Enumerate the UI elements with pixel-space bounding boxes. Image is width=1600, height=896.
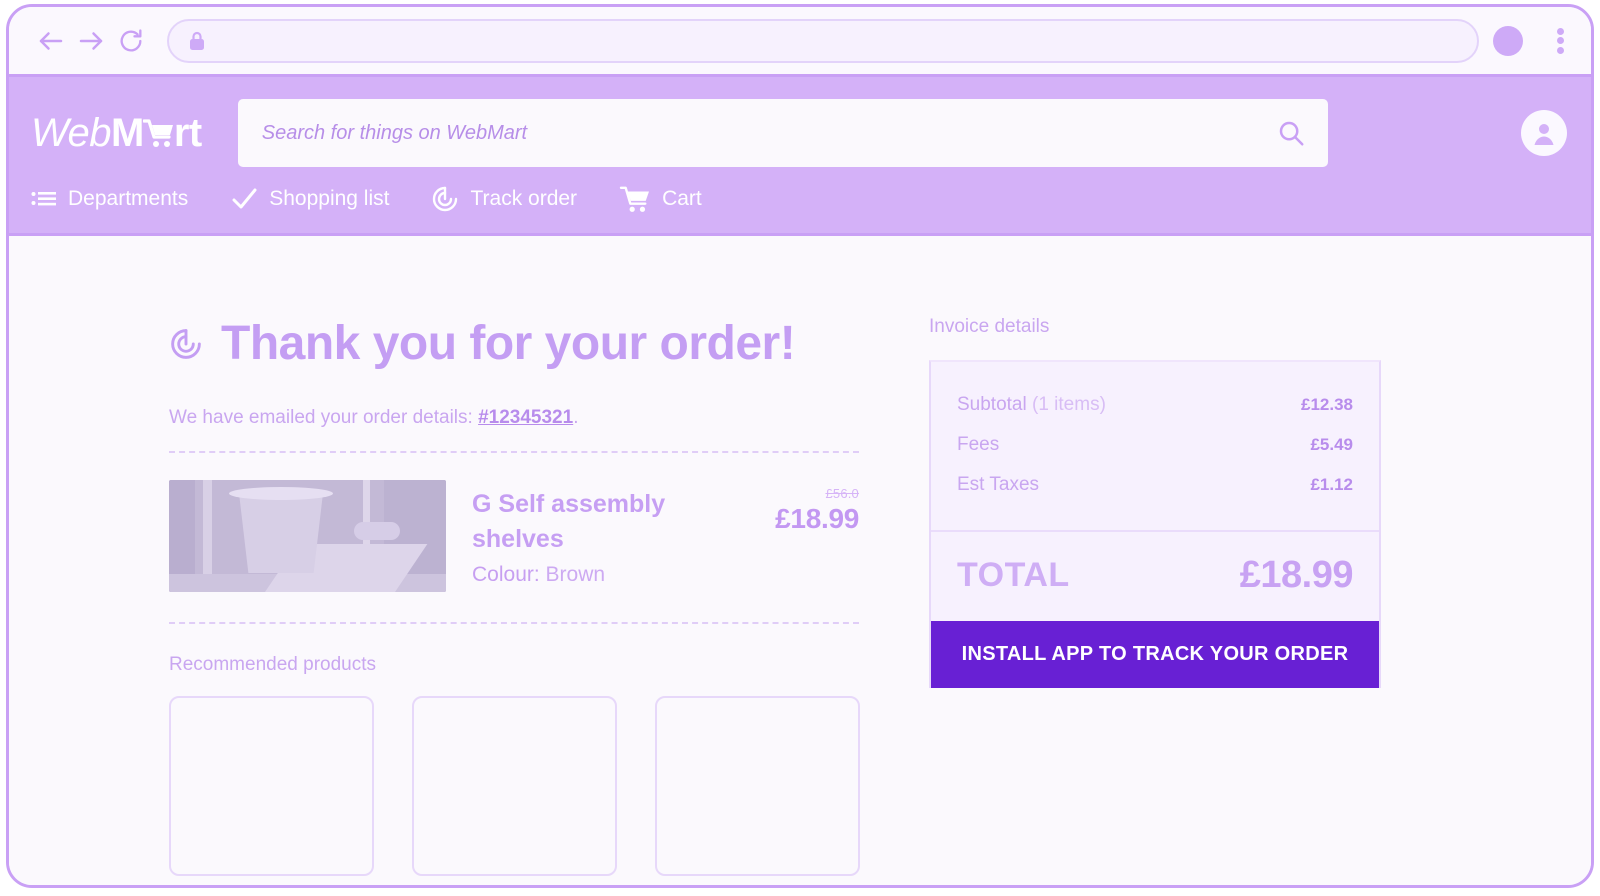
account-button[interactable] bbox=[1521, 110, 1567, 156]
product-price-column: £56.0 £18.99 bbox=[729, 480, 859, 535]
header-top-row: Web M rt bbox=[9, 91, 1591, 175]
invoice-total-label: TOTAL bbox=[957, 556, 1070, 594]
three-dot-menu-icon bbox=[1556, 27, 1564, 35]
recommended-product-card[interactable] bbox=[412, 696, 617, 876]
photo-shape bbox=[238, 491, 324, 573]
radar-target-icon bbox=[431, 185, 459, 213]
invoice-line-items: Subtotal (1 items) £12.38 Fees £5.49 Est… bbox=[931, 362, 1379, 530]
logo-text-rt: rt bbox=[173, 110, 202, 155]
invoice-total-row: TOTAL £18.99 bbox=[931, 530, 1379, 621]
three-dot-menu-icon bbox=[1556, 46, 1564, 54]
nav-item-departments[interactable]: Departments bbox=[31, 187, 188, 211]
logo-text-m: M bbox=[111, 110, 144, 155]
photo-shape bbox=[354, 522, 400, 540]
radar-target-icon bbox=[171, 328, 201, 359]
checkmark-icon bbox=[230, 186, 258, 212]
content-area: Thank you for your order! We have emaile… bbox=[169, 316, 1421, 876]
logo-cart-icon-slot bbox=[142, 112, 174, 147]
search-bar[interactable] bbox=[237, 99, 1328, 167]
variant-value: Brown bbox=[545, 563, 606, 586]
invoice-column: Invoice details Subtotal (1 items) £12.3… bbox=[929, 316, 1381, 876]
photo-shape bbox=[229, 487, 333, 500]
product-original-price: £56.0 bbox=[825, 486, 859, 501]
shopping-cart-icon bbox=[142, 118, 173, 147]
product-thumbnail[interactable] bbox=[169, 480, 446, 592]
nav-item-shopping-list[interactable]: Shopping list bbox=[230, 186, 389, 212]
site-logo[interactable]: Web M rt bbox=[31, 111, 202, 156]
recommended-products-title: Recommended products bbox=[169, 654, 376, 675]
site-header: Web M rt Search for things on WebMart De… bbox=[9, 77, 1591, 233]
shopping-cart-icon bbox=[619, 185, 651, 213]
nav-label: Track order bbox=[470, 187, 578, 210]
order-summary-column: Thank you for your order! We have emaile… bbox=[169, 316, 860, 876]
invoice-line-value: £1.12 bbox=[1310, 475, 1353, 494]
search-input[interactable] bbox=[261, 121, 1276, 145]
back-button[interactable] bbox=[31, 21, 71, 61]
product-variant: Colour: Brown bbox=[472, 563, 729, 587]
product-info: G Self assembly shelves Colour: Brown bbox=[446, 480, 729, 587]
invoice-label-sub: (1 items) bbox=[1026, 394, 1106, 415]
order-product-row: G Self assembly shelves Colour: Brown £5… bbox=[169, 453, 859, 622]
order-confirmation-text: We have emailed your order details: #123… bbox=[169, 407, 859, 451]
install-app-button[interactable]: INSTALL APP TO TRACK YOUR ORDER bbox=[931, 621, 1379, 688]
reload-button[interactable] bbox=[111, 21, 151, 61]
nav-item-track-order[interactable]: Track order bbox=[431, 185, 577, 213]
recommended-product-card[interactable] bbox=[169, 696, 374, 876]
invoice-total-value: £18.99 bbox=[1239, 554, 1354, 596]
forward-arrow-icon bbox=[79, 31, 103, 50]
logo-text-web: Web bbox=[31, 110, 112, 155]
site-nav: Departments Shopping list Track order Ca… bbox=[9, 175, 1591, 233]
variant-label: Colour: bbox=[472, 563, 540, 586]
url-bar[interactable] bbox=[167, 18, 1479, 63]
back-arrow-icon bbox=[39, 31, 63, 50]
nav-label: Departments bbox=[68, 187, 189, 210]
invoice-line-label: Fees bbox=[957, 434, 999, 456]
three-dot-menu-icon bbox=[1556, 37, 1564, 44]
account-person-icon bbox=[1534, 124, 1554, 145]
invoice-line-label: Subtotal (1 items) bbox=[957, 394, 1106, 416]
product-current-price: £18.99 bbox=[775, 503, 859, 534]
invoice-line-value: £5.49 bbox=[1310, 435, 1353, 454]
browser-window: Web M rt Search for things on WebMart De… bbox=[6, 4, 1594, 888]
invoice-line: Subtotal (1 items) £12.38 bbox=[957, 388, 1353, 428]
invoice-details-title: Invoice details bbox=[929, 316, 1050, 337]
emailed-prefix: We have emailed your order details: bbox=[169, 407, 479, 428]
lock-icon bbox=[190, 31, 204, 50]
invoice-line: Fees £5.49 bbox=[957, 428, 1353, 468]
thank-you-heading-row: Thank you for your order! bbox=[169, 316, 859, 371]
invoice-line-value: £12.38 bbox=[1301, 395, 1353, 414]
invoice-line: Est Taxes £1.12 bbox=[957, 468, 1353, 508]
browser-toolbar bbox=[9, 7, 1591, 77]
nav-label: Cart bbox=[662, 187, 702, 210]
browser-profile-button[interactable] bbox=[1493, 25, 1523, 56]
page-title: Thank you for your order! bbox=[221, 317, 796, 370]
search-icon[interactable] bbox=[1276, 118, 1306, 148]
list-menu-icon bbox=[31, 189, 57, 209]
recommended-products-grid bbox=[169, 696, 860, 876]
page-body: Thank you for your order! We have emaile… bbox=[9, 233, 1591, 885]
browser-menu-button[interactable] bbox=[1547, 24, 1573, 58]
nav-label: Shopping list bbox=[269, 187, 390, 210]
invoice-label-main: Subtotal bbox=[957, 394, 1027, 415]
invoice-line-label: Est Taxes bbox=[957, 474, 1039, 496]
invoice-label-main: Est Taxes bbox=[957, 474, 1040, 495]
invoice-card: Subtotal (1 items) £12.38 Fees £5.49 Est… bbox=[929, 360, 1381, 688]
product-title[interactable]: G Self assembly shelves bbox=[472, 487, 729, 557]
emailed-suffix: . bbox=[573, 407, 579, 428]
reload-icon bbox=[120, 28, 142, 52]
recommended-product-card[interactable] bbox=[655, 696, 860, 876]
forward-button[interactable] bbox=[71, 21, 111, 61]
invoice-label-main: Fees bbox=[957, 434, 1000, 455]
order-number-link[interactable]: #12345321 bbox=[478, 407, 573, 428]
nav-item-cart[interactable]: Cart bbox=[619, 185, 702, 213]
